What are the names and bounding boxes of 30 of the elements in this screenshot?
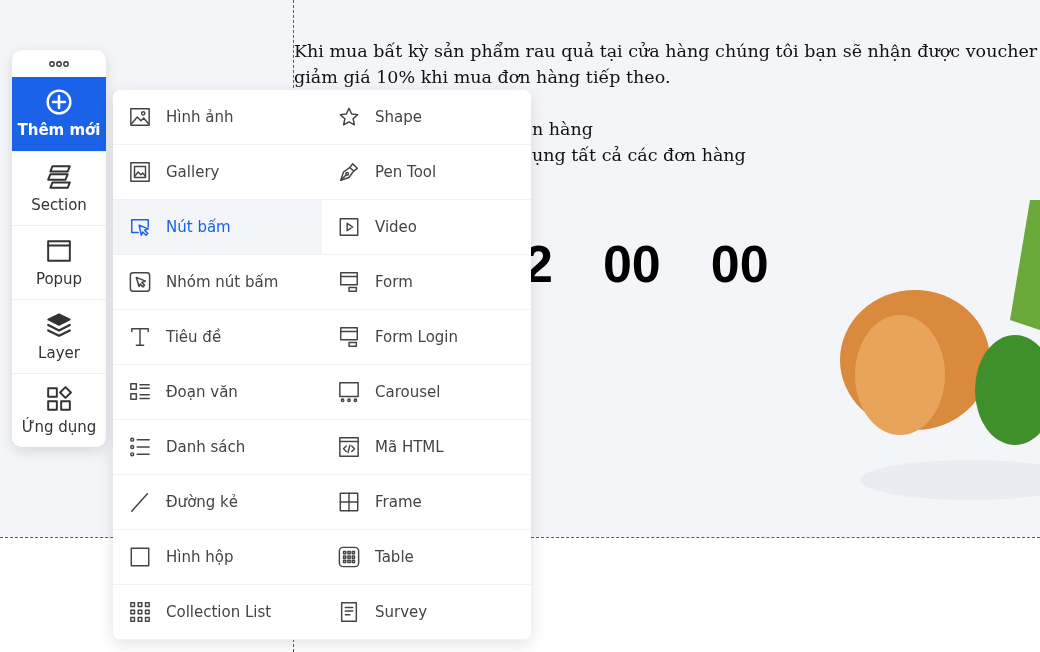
menu-item[interactable]: Nút bấm [113, 200, 322, 255]
menu-item[interactable]: Form Login [322, 310, 531, 365]
sidebar-item[interactable]: Layer [12, 299, 106, 373]
sidebar-item[interactable]: Thêm mới [12, 77, 106, 151]
list-line: ụng tất cả các đơn hàng [532, 144, 747, 167]
menu-item[interactable]: Survey [322, 585, 531, 640]
menu-item[interactable]: Carousel [322, 365, 531, 420]
menu-item[interactable]: Shape [322, 90, 531, 145]
menu-item[interactable]: Gallery [113, 145, 322, 200]
menu-item[interactable]: Đường kẻ [113, 475, 322, 530]
sidebar-item[interactable]: Ứng dụng [12, 373, 106, 447]
menu-item[interactable]: Pen Tool [322, 145, 531, 200]
promo-paragraph: Khi mua bất kỳ sản phẩm rau quả tại cửa hàng chúng tôi bạn sẽ nhận được voucher giảm giá 10% khi mua đơn hàng tiếp theo. [294, 40, 1039, 89]
menu-item[interactable]: Nhóm nút bấm [113, 255, 322, 310]
menu-item[interactable]: Hình ảnh [113, 90, 322, 145]
sidebar-item[interactable]: Section [12, 151, 106, 225]
countdown-number: 00 [710, 234, 769, 294]
menu-item[interactable]: Collection List [113, 585, 322, 640]
menu-item[interactable]: Danh sách [113, 420, 322, 475]
menu-item[interactable]: Mã HTML [322, 420, 531, 475]
menu-item[interactable]: Form [322, 255, 531, 310]
list-line: n hàng [532, 118, 594, 141]
menu-item[interactable]: Tiêu đề [113, 310, 322, 365]
menu-item[interactable]: Frame [322, 475, 531, 530]
sidebar-item[interactable]: Popup [12, 225, 106, 299]
countdown-number: 00 [602, 234, 661, 294]
menu-item[interactable]: Hình hộp [113, 530, 322, 585]
menu-item[interactable]: Table [322, 530, 531, 585]
menu-item[interactable]: Đoạn văn [113, 365, 322, 420]
menu-item[interactable]: Video [322, 200, 531, 255]
